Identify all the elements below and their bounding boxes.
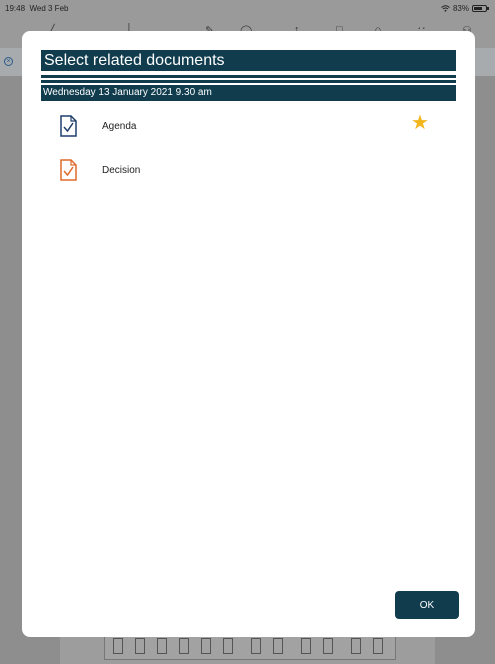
status-bar: 19:48 Wed 3 Feb 83% bbox=[0, 0, 495, 20]
document-check-icon bbox=[60, 115, 77, 137]
thumbnail bbox=[323, 638, 333, 654]
battery-percent: 83% bbox=[452, 4, 469, 13]
thumbnail bbox=[135, 638, 145, 654]
thumbnail bbox=[223, 638, 233, 654]
thumbnail bbox=[273, 638, 283, 654]
document-item-agenda[interactable]: Agenda ★ bbox=[41, 113, 456, 151]
divider bbox=[41, 80, 456, 83]
meeting-date: Wednesday 13 January 2021 9.30 am bbox=[41, 85, 456, 101]
status-right: 83% bbox=[441, 4, 489, 13]
ok-button[interactable]: OK bbox=[395, 591, 459, 619]
thumbnail bbox=[179, 638, 189, 654]
document-item-decision[interactable]: Decision bbox=[41, 159, 456, 195]
thumbnail bbox=[301, 638, 311, 654]
divider bbox=[41, 75, 456, 78]
thumbnail bbox=[251, 638, 261, 654]
status-time: 19:48 Wed 3 Feb bbox=[5, 4, 69, 13]
thumbnail bbox=[201, 638, 211, 654]
thumbnail bbox=[113, 638, 123, 654]
thumbnail bbox=[157, 638, 167, 654]
document-check-icon bbox=[60, 159, 77, 181]
close-circle-icon: × bbox=[4, 57, 13, 66]
dialog-title: Select related documents bbox=[41, 50, 456, 71]
page-thumbnail-strip bbox=[104, 633, 396, 660]
star-icon[interactable]: ★ bbox=[411, 113, 429, 133]
document-label: Agenda bbox=[102, 121, 137, 132]
thumbnail bbox=[373, 638, 383, 654]
thumbnail bbox=[351, 638, 361, 654]
battery-icon bbox=[472, 5, 489, 12]
select-documents-dialog: Select related documents Wednesday 13 Ja… bbox=[22, 31, 475, 637]
document-label: Decision bbox=[102, 165, 141, 176]
wifi-icon bbox=[441, 5, 450, 12]
